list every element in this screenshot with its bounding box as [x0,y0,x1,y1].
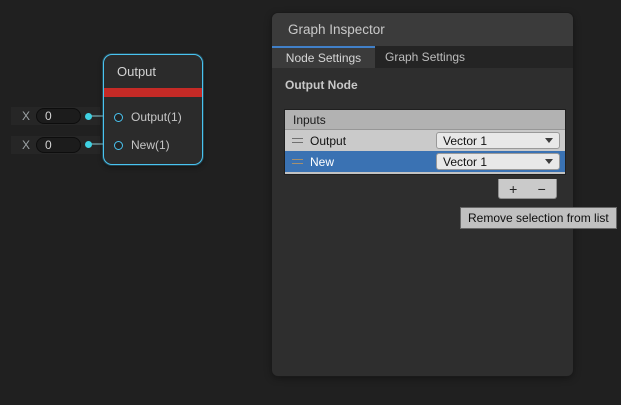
x-value-input[interactable] [36,108,81,124]
tab-bar: Node Settings Graph Settings [272,46,573,68]
chevron-down-icon [545,138,553,143]
list-item-new[interactable]: New Vector 1 [285,151,565,172]
dropdown-value: Vector 1 [443,155,487,169]
output-node[interactable]: Output Output(1) New(1) [103,54,203,165]
port-label: Output(1) [131,110,182,124]
node-category-color-bar [104,88,202,97]
tooltip: Remove selection from list [460,207,617,229]
dropdown-value: Vector 1 [443,134,487,148]
x-value-input[interactable] [36,137,81,153]
drag-handle-icon[interactable] [292,159,303,164]
node-port-row: Output(1) [104,107,182,127]
edge-connector-dot-icon[interactable] [85,141,92,148]
port-label: New(1) [131,138,170,152]
remove-item-button[interactable]: − [528,179,557,198]
edge-connector-dot-icon[interactable] [85,113,92,120]
list-button-bar: + − [498,179,557,199]
section-title: Output Node [285,78,573,92]
x-component-label: X [22,109,32,123]
input-name: Output [310,134,346,148]
list-item-output[interactable]: Output Vector 1 [285,130,565,151]
node-port-row: New(1) [104,135,170,155]
input-port-icon[interactable] [114,141,123,150]
input-port-icon[interactable] [114,113,123,122]
chevron-down-icon [545,159,553,164]
graph-inspector-panel: Graph Inspector Node Settings Graph Sett… [272,13,573,376]
panel-title[interactable]: Graph Inspector [272,13,573,46]
add-item-button[interactable]: + [499,179,528,198]
tab-graph-settings[interactable]: Graph Settings [375,46,483,68]
node-title: Output [104,55,202,88]
type-dropdown[interactable]: Vector 1 [436,132,560,149]
drag-handle-icon[interactable] [292,138,303,143]
input-name: New [310,155,334,169]
type-dropdown[interactable]: Vector 1 [436,153,560,170]
list-header: Inputs [285,110,565,130]
x-component-label: X [22,138,32,152]
inputs-reorderable-list: Inputs Output Vector 1 New Vector 1 [285,110,565,174]
tab-node-settings[interactable]: Node Settings [272,46,375,68]
